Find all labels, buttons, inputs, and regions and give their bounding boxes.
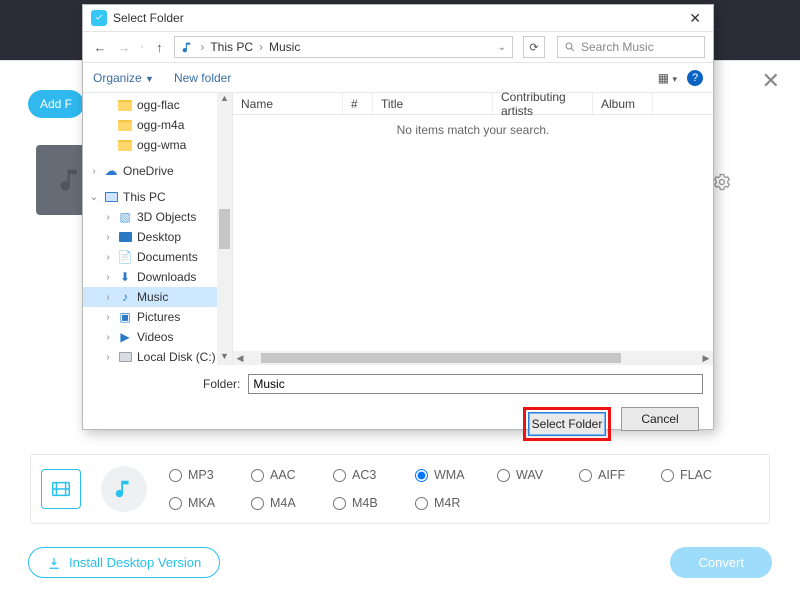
address-bar[interactable]: › This PC › Music ⌄ xyxy=(174,36,513,58)
breadcrumb-music[interactable]: Music xyxy=(269,40,300,54)
tree-item-this-pc[interactable]: ⌄This PC xyxy=(83,187,232,207)
nav-up[interactable]: ↑ xyxy=(150,40,168,55)
format-wma[interactable]: WMA xyxy=(415,468,493,482)
tree-item-pictures[interactable]: ›▣Pictures xyxy=(83,307,232,327)
settings-icon[interactable] xyxy=(712,172,732,197)
column-headers[interactable]: Name#TitleContributing artistsAlbum xyxy=(233,93,713,115)
tree-item-videos[interactable]: ›▶Videos xyxy=(83,327,232,347)
column-contributing-artists[interactable]: Contributing artists xyxy=(493,93,593,114)
install-desktop-button[interactable]: Install Desktop Version xyxy=(28,547,220,578)
cancel-button[interactable]: Cancel xyxy=(621,407,699,431)
tutorial-highlight: Select Folder xyxy=(523,407,611,441)
tree-item-music[interactable]: ›♪Music xyxy=(83,287,232,307)
convert-button[interactable]: Convert xyxy=(670,547,772,578)
format-flac[interactable]: FLAC xyxy=(661,468,739,482)
install-label: Install Desktop Version xyxy=(69,555,201,570)
folder-label: Folder: xyxy=(203,377,240,391)
tree-item-onedrive[interactable]: ›☁OneDrive xyxy=(83,161,232,181)
organize-menu[interactable]: Organize ▼ xyxy=(93,71,154,85)
format-m4a[interactable]: M4A xyxy=(251,496,329,510)
music-note-icon xyxy=(57,166,85,194)
tree-item-desktop[interactable]: ›Desktop xyxy=(83,227,232,247)
app-logo-icon xyxy=(91,10,107,26)
audio-format-icon[interactable] xyxy=(101,466,147,512)
column-album[interactable]: Album xyxy=(593,93,653,114)
add-file-button[interactable]: Add F xyxy=(28,90,84,118)
breadcrumb-dropdown-icon[interactable]: ⌄ xyxy=(498,42,506,53)
tree-item-local-disk-c-[interactable]: ›Local Disk (C:) xyxy=(83,347,232,365)
tree-item-downloads[interactable]: ›⬇Downloads xyxy=(83,267,232,287)
format-selector-panel: MP3 AAC AC3 WMA WAV AIFF FLAC MKA M4A M4… xyxy=(30,454,770,524)
dialog-body: ogg-flacogg-m4aogg-wma ›☁OneDrive ⌄This PC… xyxy=(83,93,713,365)
format-mp3[interactable]: MP3 xyxy=(169,468,247,482)
download-icon xyxy=(47,556,61,570)
select-folder-dialog: Select Folder ✕ ← → · ↑ › This PC › Musi… xyxy=(82,4,714,430)
folder-tree[interactable]: ogg-flacogg-m4aogg-wma ›☁OneDrive ⌄This PC… xyxy=(83,93,233,365)
nav-forward[interactable]: → xyxy=(115,40,133,55)
tree-item-documents[interactable]: ›📄Documents xyxy=(83,247,232,267)
dialog-close-button[interactable]: ✕ xyxy=(685,10,705,27)
breadcrumb-this-pc[interactable]: This PC xyxy=(210,40,253,54)
content-h-scrollbar[interactable]: ◀▶ xyxy=(233,351,713,365)
tree-item-ogg-m4a[interactable]: ogg-m4a xyxy=(83,115,232,135)
search-icon xyxy=(564,41,576,53)
select-folder-button[interactable]: Select Folder xyxy=(528,412,606,436)
tree-scrollbar[interactable]: ▲▼ xyxy=(217,93,232,365)
music-folder-icon xyxy=(181,41,194,54)
folder-name-row: Folder: xyxy=(83,369,713,399)
format-radio-group: MP3 AAC AC3 WMA WAV AIFF FLAC MKA M4A M4… xyxy=(169,461,739,517)
file-list-pane: Name#TitleContributing artistsAlbum No i… xyxy=(233,93,713,365)
tree-item-3d-objects[interactable]: ›▧3D Objects xyxy=(83,207,232,227)
dialog-button-row: Select Folder Cancel xyxy=(83,399,713,449)
dialog-titlebar: Select Folder ✕ xyxy=(83,5,713,31)
view-options-icon[interactable]: ▦ ▾ xyxy=(658,71,677,85)
format-wav[interactable]: WAV xyxy=(497,468,575,482)
format-aac[interactable]: AAC xyxy=(251,468,329,482)
format-m4r[interactable]: M4R xyxy=(415,496,493,510)
help-icon[interactable]: ? xyxy=(687,70,703,86)
tree-item-ogg-flac[interactable]: ogg-flac xyxy=(83,95,232,115)
column-name[interactable]: Name xyxy=(233,93,343,114)
new-folder-button[interactable]: New folder xyxy=(174,71,231,85)
bottom-action-row: Install Desktop Version Convert xyxy=(28,547,772,578)
format-m4b[interactable]: M4B xyxy=(333,496,411,510)
empty-message: No items match your search. xyxy=(233,123,713,137)
search-input[interactable]: Search Music xyxy=(557,36,705,58)
dialog-toolbar: Organize ▼ New folder ▦ ▾ ? xyxy=(83,63,713,93)
column-title[interactable]: Title xyxy=(373,93,493,114)
format-aiff[interactable]: AIFF xyxy=(579,468,657,482)
nav-back[interactable]: ← xyxy=(91,40,109,55)
format-mka[interactable]: MKA xyxy=(169,496,247,510)
folder-name-input[interactable] xyxy=(248,374,703,394)
video-format-icon[interactable] xyxy=(41,469,81,509)
tree-item-ogg-wma[interactable]: ogg-wma xyxy=(83,135,232,155)
format-ac3[interactable]: AC3 xyxy=(333,468,411,482)
dialog-nav-row: ← → · ↑ › This PC › Music ⌄ ⟳ Search Mus… xyxy=(83,31,713,63)
app-close-button[interactable]: ✕ xyxy=(762,68,780,94)
dialog-title: Select Folder xyxy=(113,11,184,25)
column--[interactable]: # xyxy=(343,93,373,114)
search-placeholder: Search Music xyxy=(581,40,654,54)
refresh-button[interactable]: ⟳ xyxy=(523,36,545,58)
